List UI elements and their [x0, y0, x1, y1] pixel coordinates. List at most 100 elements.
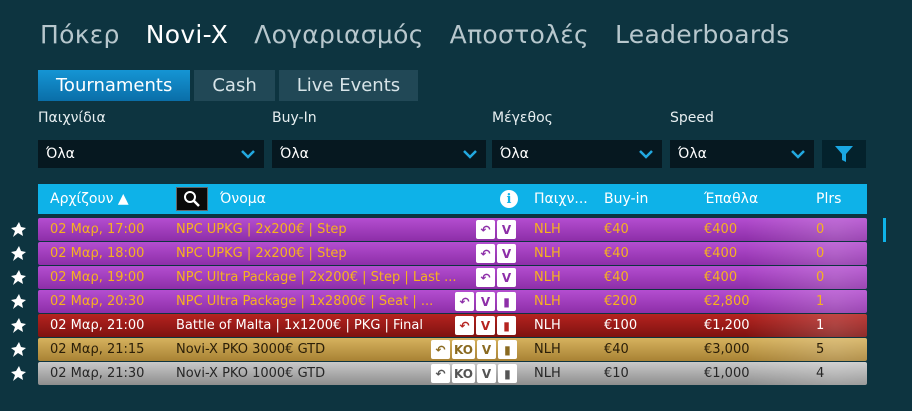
- stats-icon: ▮: [497, 340, 517, 359]
- row-players: 1: [816, 318, 825, 333]
- row-name: NPC UPKG | 2x200€ | Step: [176, 246, 347, 261]
- row-buyin: €200: [604, 294, 638, 309]
- row-name: Novi-X PKO 1000€ GTD: [176, 366, 326, 381]
- nav-leaderboards[interactable]: Leaderboards: [615, 20, 790, 49]
- row-name: Battle of Malta | 1x1200€ | PKG | Final: [176, 318, 423, 333]
- pin-icon[interactable]: [9, 341, 27, 359]
- column-game[interactable]: Παιχν...: [534, 184, 588, 214]
- filter-games-label: Παιχνίδια: [38, 110, 106, 126]
- variant-badge: V: [497, 244, 516, 263]
- row-prize: €3,000: [704, 342, 750, 357]
- row-name: Novi-X PKO 3000€ GTD: [176, 342, 326, 357]
- pin-icon[interactable]: [9, 245, 27, 263]
- row-badges: ↶ V: [476, 220, 516, 239]
- filter-speed-select[interactable]: Όλα: [670, 140, 814, 168]
- knockout-badge: KO: [452, 340, 475, 359]
- row-prize: €1,200: [704, 318, 750, 333]
- row-players: 0: [816, 222, 825, 237]
- scrollbar[interactable]: [883, 218, 886, 242]
- nav-account[interactable]: Λογαριασμός: [254, 20, 424, 49]
- tab-live-events[interactable]: Live Events: [278, 70, 419, 101]
- nav-novi-x[interactable]: Novi-X: [146, 20, 228, 49]
- tab-tournaments[interactable]: Tournaments: [38, 70, 191, 101]
- row-players: 0: [816, 270, 825, 285]
- pin-icon[interactable]: [9, 269, 27, 287]
- table-row[interactable]: 02 Μαρ, 19:00 NPC Ultra Package | 2x200€ …: [38, 266, 867, 289]
- row-name: NPC Ultra Package | 1x2800€ | Seat | ...: [176, 294, 434, 309]
- row-badges: ↶ V ▮: [455, 316, 516, 335]
- late-reg-icon: ↶: [455, 292, 474, 311]
- row-game: NLH: [534, 294, 561, 309]
- late-reg-icon: ↶: [476, 244, 495, 263]
- info-icon[interactable]: i: [500, 190, 518, 208]
- row-players: 4: [816, 366, 825, 381]
- variant-badge: V: [476, 316, 495, 335]
- filter-size-value: Όλα: [500, 146, 529, 162]
- stats-icon: ▮: [497, 364, 517, 383]
- row-start-time: 02 Μαρ, 21:15: [50, 342, 145, 357]
- row-start-time: 02 Μαρ, 19:00: [50, 270, 145, 285]
- column-players[interactable]: Plrs: [816, 184, 841, 214]
- filter-buyin-select[interactable]: Όλα: [272, 140, 486, 168]
- row-buyin: €100: [604, 318, 638, 333]
- filter-buyin-label: Buy-In: [272, 110, 317, 126]
- knockout-badge: KO: [452, 364, 475, 383]
- column-name[interactable]: Όνομα: [220, 184, 266, 214]
- filter-games-select[interactable]: Όλα: [38, 140, 264, 168]
- pin-icon[interactable]: [9, 221, 27, 239]
- row-buyin: €40: [604, 342, 629, 357]
- variant-badge: V: [476, 292, 495, 311]
- tab-cash[interactable]: Cash: [194, 70, 275, 101]
- filter-speed-label: Speed: [670, 110, 714, 126]
- row-start-time: 02 Μαρ, 21:00: [50, 318, 145, 333]
- chevron-down-icon: [463, 150, 477, 159]
- table-header: Αρχίζουν ▲ Όνομα i Παιχν... Buy-in Έπαθλ…: [38, 184, 867, 214]
- filter-icon: [835, 146, 853, 162]
- filter-size-select[interactable]: Όλα: [492, 140, 662, 168]
- search-button[interactable]: [176, 187, 208, 211]
- row-prize: €400: [704, 270, 738, 285]
- variant-badge: V: [497, 220, 516, 239]
- row-players: 1: [816, 294, 825, 309]
- pin-icon[interactable]: [9, 317, 27, 335]
- row-name: NPC Ultra Package | 2x200€ | Step | Last…: [176, 270, 457, 285]
- stats-icon: ▮: [497, 316, 516, 335]
- row-badges: ↶ V ▮: [455, 292, 516, 311]
- chevron-down-icon: [791, 150, 805, 159]
- table-row[interactable]: 02 Μαρ, 17:00 NPC UPKG | 2x200€ | Step ↶ V N…: [38, 218, 867, 241]
- nav-poker[interactable]: Πόκερ: [40, 20, 120, 49]
- table-row[interactable]: 02 Μαρ, 21:30 Novi-X PKO 1000€ GTD ↶ KO V ▮ NL…: [38, 362, 867, 385]
- row-game: NLH: [534, 246, 561, 261]
- table-row[interactable]: 02 Μαρ, 18:00 NPC UPKG | 2x200€ | Step ↶ V N…: [38, 242, 867, 265]
- table-row[interactable]: 02 Μαρ, 20:30 NPC Ultra Package | 1x2800€…: [38, 290, 867, 313]
- row-buyin: €40: [604, 246, 629, 261]
- row-players: 0: [816, 246, 825, 261]
- subtabs: Tournaments Cash Live Events: [38, 70, 419, 101]
- column-prizes[interactable]: Έπαθλα: [704, 184, 758, 214]
- variant-badge: V: [476, 364, 496, 383]
- row-prize: €400: [704, 246, 738, 261]
- row-badges: ↶ V: [476, 268, 516, 287]
- filter-button[interactable]: [822, 140, 866, 168]
- table-row[interactable]: 02 Μαρ, 21:00 Battle of Malta | 1x1200€ |…: [38, 314, 867, 337]
- late-reg-icon: ↶: [455, 316, 474, 335]
- late-reg-icon: ↶: [431, 340, 450, 359]
- pin-icon[interactable]: [9, 293, 27, 311]
- row-game: NLH: [534, 318, 561, 333]
- row-badges: ↶ V: [476, 244, 516, 263]
- nav-missions[interactable]: Αποστολές: [450, 20, 589, 49]
- table-row[interactable]: 02 Μαρ, 21:15 Novi-X PKO 3000€ GTD ↶ KO V ▮ NL…: [38, 338, 867, 361]
- late-reg-icon: ↶: [476, 268, 495, 287]
- row-start-time: 02 Μαρ, 18:00: [50, 246, 145, 261]
- filter-buyin-value: Όλα: [280, 146, 309, 162]
- top-navigation: Πόκερ Novi-X Λογαριασμός Αποστολές Leade…: [40, 14, 790, 54]
- column-starts[interactable]: Αρχίζουν ▲: [50, 184, 129, 214]
- row-name: NPC UPKG | 2x200€ | Step: [176, 222, 347, 237]
- row-start-time: 02 Μαρ, 21:30: [50, 366, 145, 381]
- pin-icon[interactable]: [9, 365, 27, 383]
- column-buyin[interactable]: Buy-in: [604, 184, 648, 214]
- row-players: 5: [816, 342, 825, 357]
- stats-icon: ▮: [497, 292, 516, 311]
- chevron-down-icon: [241, 150, 255, 159]
- chevron-down-icon: [639, 150, 653, 159]
